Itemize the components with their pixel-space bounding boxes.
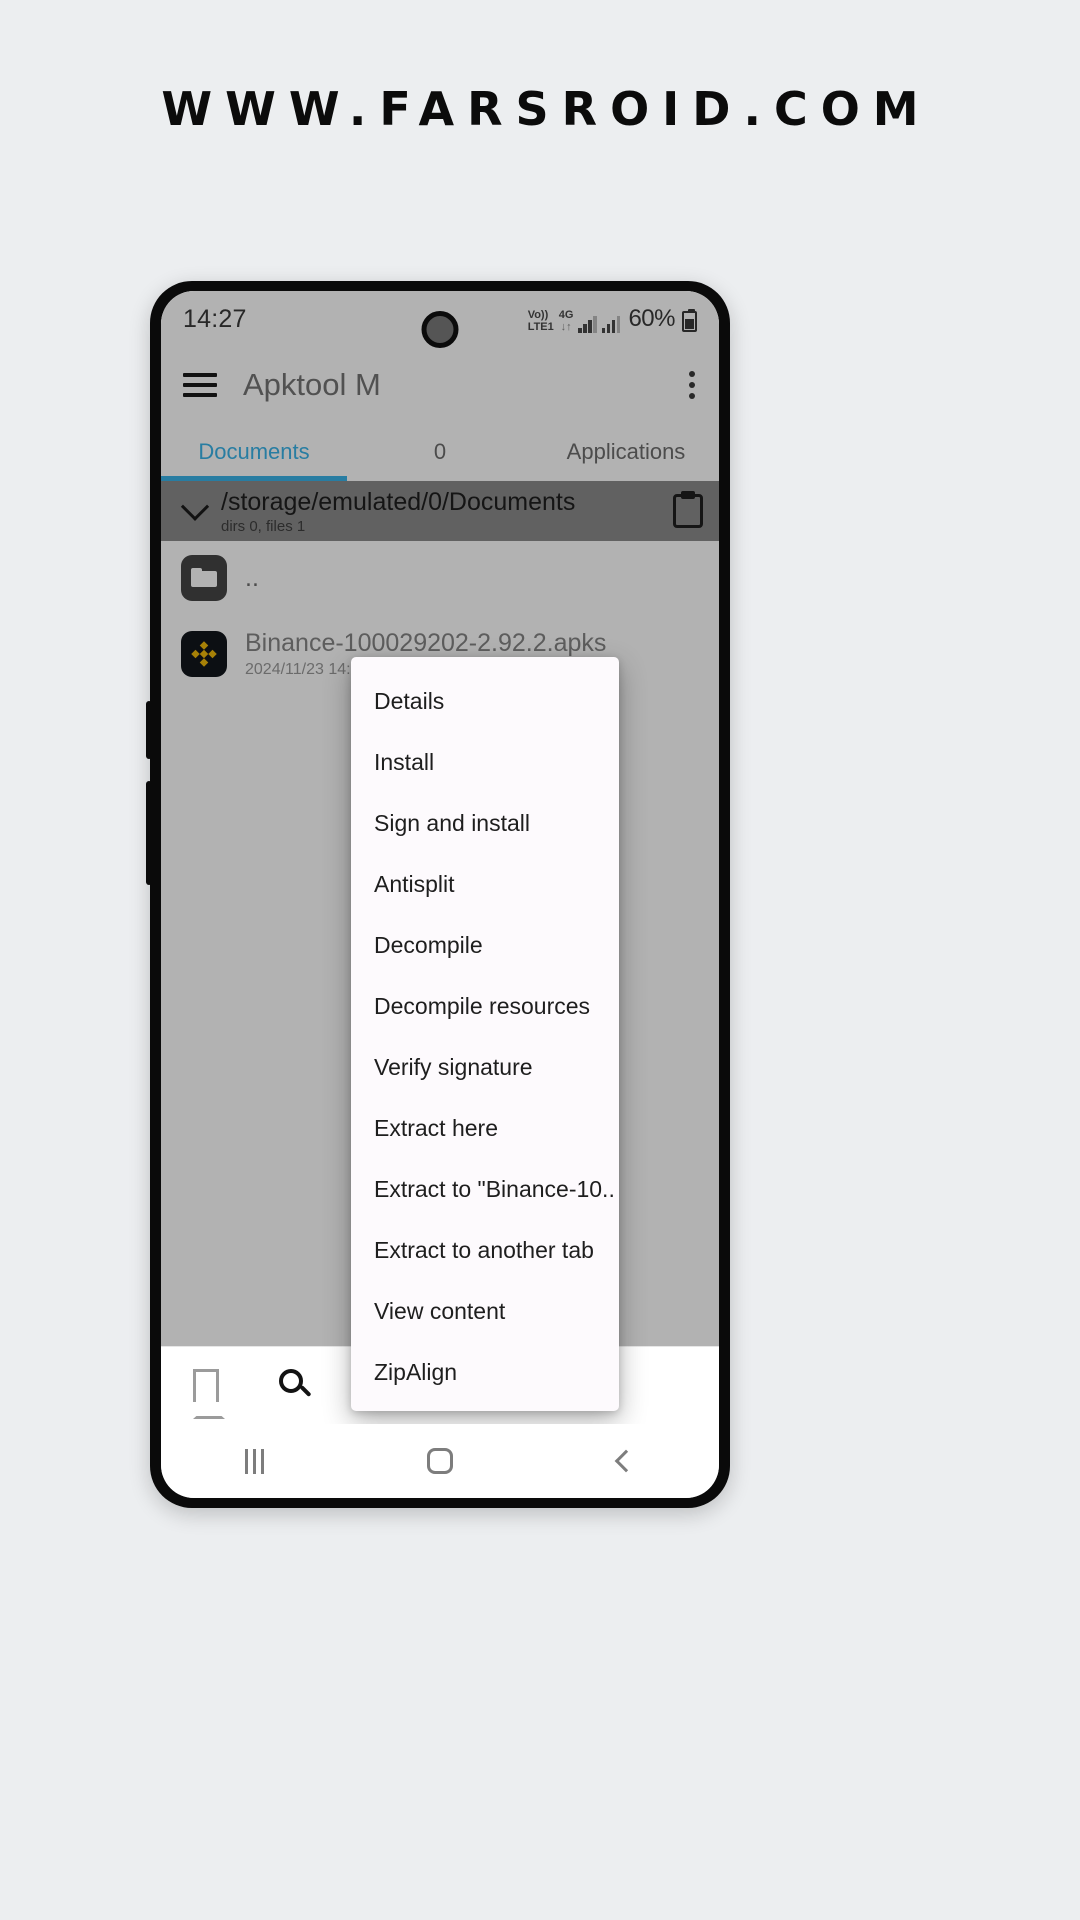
phone-side-button-power[interactable] [146,781,152,885]
binance-apk-icon [181,631,227,677]
clipboard-icon[interactable] [673,494,703,528]
volte-line-1: Vo)) [527,309,549,321]
phone-side-button-volume[interactable] [146,701,152,759]
battery-percent-label: 60% [628,305,675,332]
status-bar: 14:27 Vo)) LTE1 4G ↓↑ 60% [161,291,719,348]
screenshot-root: WWW.FARSROID.COM 14:27 Vo)) LTE1 4G ↓↑ 6… [0,0,1080,1920]
file-name: Binance-100029202-2.92.2.apks [245,629,607,657]
tab-bar: Documents 0 Applications [161,423,719,481]
tab-applications[interactable]: Applications [533,423,719,481]
battery-icon [682,309,697,332]
signal-bars-sim1-icon [578,316,597,333]
menu-item-decompile[interactable]: Decompile [351,915,619,976]
site-watermark: WWW.FARSROID.COM [161,82,932,136]
app-bar: Apktool M [161,347,719,423]
data-transfer-arrows-icon: ↓↑ [560,321,572,333]
android-nav-bar [161,1424,719,1498]
signal-bars-sim2-icon [601,316,621,333]
page-title: Apktool M [243,367,381,402]
front-camera-punch-hole [421,311,459,348]
volte-indicator: Vo)) LTE1 [528,309,554,333]
tab-documents[interactable]: Documents [161,423,347,481]
context-menu: Details Install Sign and install Antispl… [351,657,619,1411]
tab-count[interactable]: 0 [347,423,533,481]
path-bar[interactable]: /storage/emulated/0/Documents dirs 0, fi… [161,481,719,541]
volte-line-2: LTE1 [527,321,554,333]
network-type-label: 4G [558,309,574,321]
menu-item-antisplit[interactable]: Antisplit [351,854,619,915]
file-name: .. [245,563,259,592]
phone-device-frame: 14:27 Vo)) LTE1 4G ↓↑ 60% Apktool M Docu… [146,281,730,1508]
menu-item-extract-to-another-tab[interactable]: Extract to another tab [351,1220,619,1281]
path-texts: /storage/emulated/0/Documents dirs 0, fi… [221,488,665,535]
menu-item-extract-to-folder[interactable]: Extract to "Binance-10.. [351,1159,619,1220]
search-button[interactable] [251,1368,341,1403]
nav-back-button[interactable] [533,1449,719,1473]
current-path-label: /storage/emulated/0/Documents [221,487,576,516]
home-icon [427,1448,453,1474]
back-icon [614,1449,638,1473]
menu-item-details[interactable]: Details [351,671,619,732]
menu-item-decompile-resources[interactable]: Decompile resources [351,976,619,1037]
bookmark-button[interactable] [161,1369,251,1419]
tab-active-indicator [161,476,347,481]
search-icon [279,1368,313,1403]
status-icons: Vo)) LTE1 4G ↓↑ 60% [528,305,697,333]
phone-screen: 14:27 Vo)) LTE1 4G ↓↑ 60% Apktool M Docu… [161,291,719,1498]
folder-icon [181,555,227,601]
hamburger-icon[interactable] [183,367,217,403]
path-summary-label: dirs 0, files 1 [221,517,306,535]
menu-item-install[interactable]: Install [351,732,619,793]
menu-item-extract-here[interactable]: Extract here [351,1098,619,1159]
nav-home-button[interactable] [347,1448,533,1474]
menu-item-sign-and-install[interactable]: Sign and install [351,793,619,854]
bookmark-icon [193,1369,225,1419]
menu-item-verify-signature[interactable]: Verify signature [351,1037,619,1098]
menu-item-view-content[interactable]: View content [351,1281,619,1342]
list-item[interactable]: .. [161,541,719,615]
status-clock: 14:27 [183,304,247,333]
recents-icon [244,1448,264,1474]
network-type-indicator: 4G ↓↑ [559,309,574,333]
nav-recents-button[interactable] [161,1448,347,1474]
kebab-icon[interactable] [689,366,697,404]
chevron-down-icon[interactable] [180,492,210,521]
menu-item-zipalign[interactable]: ZipAlign [351,1342,619,1403]
